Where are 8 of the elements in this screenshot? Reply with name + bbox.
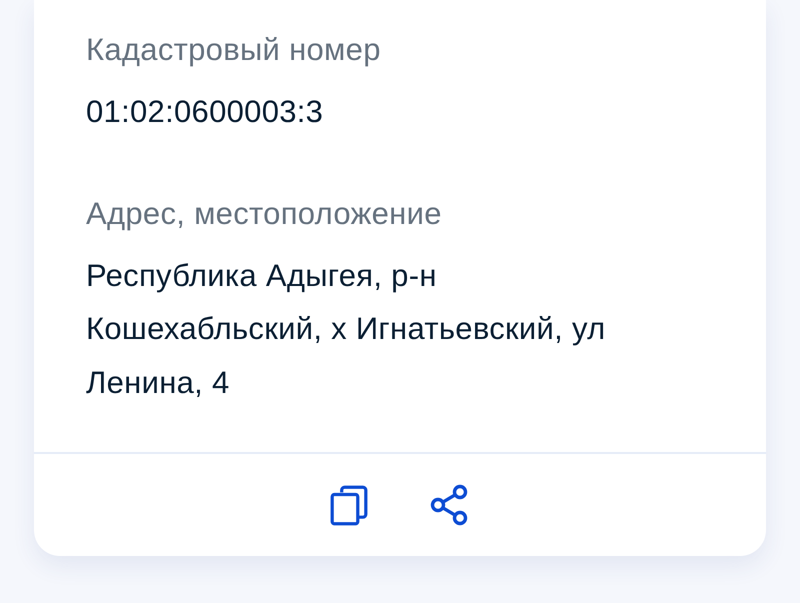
field-value: 01:02:0600003:3 [86,93,324,131]
field-label: Адрес, местоположение [86,194,442,232]
field-value: Республика Адыгея, р-н Кошехабльский, х Игнатьевский, ул Ленина, 4 [86,256,606,402]
field-label: Кадастровый номер [86,31,381,69]
share-button[interactable] [430,484,470,526]
copy-icon [330,484,368,526]
share-icon [430,484,470,526]
copy-button[interactable] [330,484,368,526]
